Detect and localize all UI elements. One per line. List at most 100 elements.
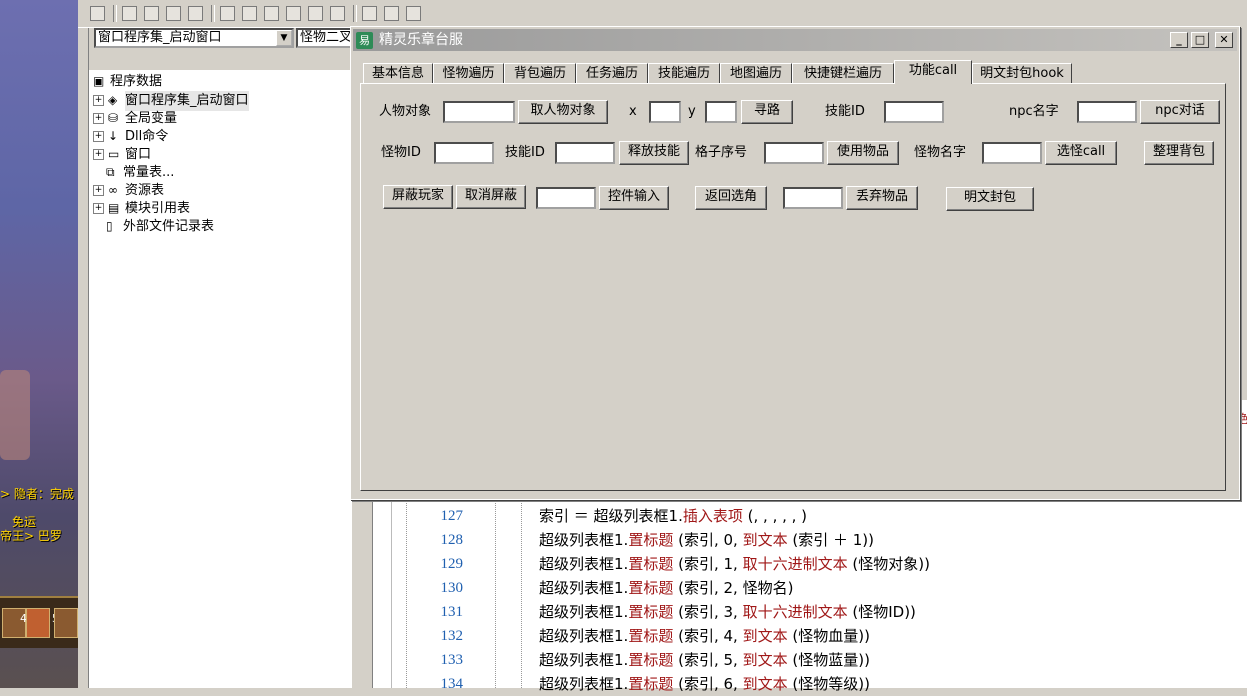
slot-index-input[interactable] xyxy=(764,142,824,164)
tab-monster-list[interactable]: 怪物遍历 xyxy=(433,63,504,83)
drop-item-button[interactable]: 丢弃物品 xyxy=(846,186,918,210)
tab-quest-list[interactable]: 任务遍历 xyxy=(576,63,648,83)
select-monster-button[interactable]: 选怪call xyxy=(1045,141,1117,165)
game-chat-text: > 隐者：完成 xyxy=(0,487,74,501)
plain-packet-button[interactable]: 明文封包 xyxy=(946,187,1034,211)
control-input-button[interactable]: 控件输入 xyxy=(599,186,669,210)
block-players-button[interactable]: 屏蔽玩家 xyxy=(383,185,453,209)
slot-index-label: 格子序号 xyxy=(695,145,748,160)
spacing-icon[interactable] xyxy=(286,6,301,21)
game-chat-text: 帝王> 巴罗 xyxy=(0,529,62,543)
npc-talk-button[interactable]: npc对话 xyxy=(1140,100,1220,124)
dialog-titlebar[interactable]: 易 精灵乐章台服 _ □ ✕ xyxy=(353,29,1237,51)
x-input[interactable] xyxy=(649,101,681,123)
dialog-title: 精灵乐章台服 xyxy=(379,32,463,48)
monster-id-label: 怪物ID xyxy=(381,145,421,160)
unblock-button[interactable]: 取消屏蔽 xyxy=(456,185,526,209)
sort-bag-button[interactable]: 整理背包 xyxy=(1144,141,1214,165)
code-editor[interactable]: 127 索引 ＝ 超级列表框1.插入表项 (, , , , , ) 128 超级… xyxy=(372,498,1247,693)
pathfind-button[interactable]: 寻路 xyxy=(741,100,793,124)
code-gutter xyxy=(391,498,407,688)
skill-id-input-2[interactable] xyxy=(555,142,615,164)
skill-id-label: 技能ID xyxy=(825,104,865,119)
cast-skill-button[interactable]: 释放技能 xyxy=(619,141,689,165)
tree-item-window[interactable]: + ▭ 窗口 xyxy=(93,145,151,163)
tree-item-external-files[interactable]: ▯ 外部文件记录表 xyxy=(93,217,214,235)
skill-slot[interactable] xyxy=(26,608,50,638)
drop-item-input[interactable] xyxy=(783,187,843,209)
monster-name-input[interactable] xyxy=(982,142,1042,164)
main-dialog: 易 精灵乐章台服 _ □ ✕ 基本信息 怪物遍历 背包遍历 任务遍历 技能遍历 … xyxy=(350,26,1240,500)
use-item-button[interactable]: 使用物品 xyxy=(827,141,899,165)
tree-item-globals[interactable]: + ⛁ 全局变量 xyxy=(93,109,177,127)
return-char-select-button[interactable]: 返回选角 xyxy=(695,186,767,210)
tab-skill-list[interactable]: 技能遍历 xyxy=(648,63,720,83)
same-height-icon[interactable] xyxy=(242,6,257,21)
tab-function-call[interactable]: 功能call xyxy=(894,60,972,84)
v-spacing-icon[interactable] xyxy=(330,6,345,21)
app-logo-icon: 易 xyxy=(356,32,373,49)
module-icon: ▤ xyxy=(108,201,120,215)
tab-packet-hook[interactable]: 明文封包hook xyxy=(972,63,1072,83)
program-icon: ▣ xyxy=(93,74,105,88)
same-size-icon[interactable] xyxy=(264,6,279,21)
window-icon: ▭ xyxy=(108,147,120,161)
x-label: x xyxy=(629,104,637,119)
expand-icon[interactable]: + xyxy=(93,185,104,196)
center-v-icon[interactable] xyxy=(384,6,399,21)
skill-id-label-2: 技能ID xyxy=(505,145,545,160)
close-button[interactable]: ✕ xyxy=(1215,32,1233,48)
tab-basic-info[interactable]: 基本信息 xyxy=(363,63,433,83)
method-combo[interactable]: 怪物二叉 xyxy=(296,28,354,48)
constants-icon: ⧉ xyxy=(106,165,115,179)
align-right-icon[interactable] xyxy=(166,6,181,21)
grid-icon[interactable] xyxy=(406,6,421,21)
program-tree: ▣ 程序数据 + ◈ 窗口程序集_启动窗口 + ⛁ 全局变量 + ↓ Dll命令 + ▭ 窗口 ⧉… xyxy=(88,70,353,688)
align-top-icon[interactable] xyxy=(188,6,203,21)
class-combo[interactable]: 窗口程序集_启动窗口 ▼ xyxy=(94,28,294,48)
align-left-icon[interactable] xyxy=(122,6,137,21)
monster-id-input[interactable] xyxy=(434,142,494,164)
method-combo-value: 怪物二叉 xyxy=(300,30,353,45)
toolbar-icon[interactable] xyxy=(90,6,105,21)
skill-slot[interactable] xyxy=(54,608,78,638)
control-input-field[interactable] xyxy=(536,187,596,209)
tree-item-class[interactable]: + ◈ 窗口程序集_启动窗口 xyxy=(93,91,249,111)
game-skill-bar: 4 5 xyxy=(0,596,78,648)
expand-icon[interactable]: + xyxy=(93,203,104,214)
y-input[interactable] xyxy=(705,101,737,123)
maximize-button[interactable]: □ xyxy=(1191,32,1209,48)
expand-icon[interactable]: + xyxy=(93,131,104,142)
center-h-icon[interactable] xyxy=(362,6,377,21)
npc-name-input[interactable] xyxy=(1077,101,1137,123)
tree-item-constants[interactable]: ⧉ 常量表... xyxy=(93,163,174,181)
align-center-icon[interactable] xyxy=(144,6,159,21)
expand-icon[interactable]: + xyxy=(93,113,104,124)
tab-hotkey-list[interactable]: 快捷键栏遍历 xyxy=(792,63,894,83)
monster-name-label: 怪物名字 xyxy=(914,145,967,160)
y-label: y xyxy=(688,104,696,119)
ide-toolbar xyxy=(78,0,618,28)
tree-item-dll[interactable]: + ↓ Dll命令 xyxy=(93,127,168,145)
tab-map-list[interactable]: 地图遍历 xyxy=(720,63,792,83)
tree-item-resources[interactable]: + ∞ 资源表 xyxy=(93,181,164,199)
expand-icon[interactable]: + xyxy=(93,149,104,160)
file-icon: ▯ xyxy=(106,219,113,233)
tab-bag-list[interactable]: 背包遍历 xyxy=(504,63,576,83)
skill-id-input[interactable] xyxy=(884,101,944,123)
chevron-down-icon[interactable]: ▼ xyxy=(276,30,292,46)
char-object-input[interactable] xyxy=(443,101,515,123)
layers-icon: ◈ xyxy=(108,93,118,107)
dll-icon: ↓ xyxy=(108,129,119,143)
h-spacing-icon[interactable] xyxy=(308,6,323,21)
minimize-button[interactable]: _ xyxy=(1170,32,1188,48)
char-object-label: 人物对象 xyxy=(379,104,432,119)
same-width-icon[interactable] xyxy=(220,6,235,21)
expand-icon[interactable]: + xyxy=(93,95,104,106)
npc-name-label: npc名字 xyxy=(1009,104,1059,119)
class-combo-value: 窗口程序集_启动窗口 xyxy=(98,30,222,45)
game-background: > 隐者：完成 免运 帝王> 巴罗 4 5 xyxy=(0,0,78,688)
get-char-object-button[interactable]: 取人物对象 xyxy=(518,100,608,124)
tree-root[interactable]: ▣ 程序数据 xyxy=(93,72,162,90)
tree-item-modules[interactable]: + ▤ 模块引用表 xyxy=(93,199,190,217)
